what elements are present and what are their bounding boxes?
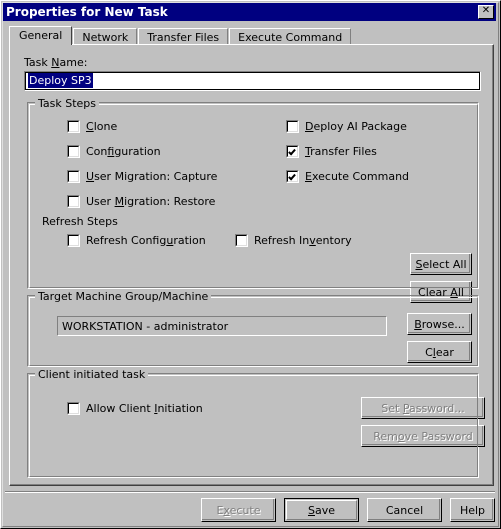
checkbox-label: Configuration bbox=[86, 145, 161, 158]
set-password-button-label: Set Password... bbox=[381, 401, 465, 415]
target-machine-value: WORKSTATION - administrator bbox=[62, 320, 229, 333]
tab-general[interactable]: General bbox=[9, 26, 73, 45]
checkbox-label: Refresh Configuration bbox=[86, 234, 206, 247]
checkbox-refresh-configuration[interactable]: Refresh Configuration bbox=[67, 234, 206, 247]
checkmark-icon bbox=[286, 170, 299, 183]
tab-page-general: Task Name: Deploy SP3 Task Steps Clone Co… bbox=[9, 44, 494, 486]
checkbox-label: User Migration: Restore bbox=[86, 195, 216, 208]
checkbox-label: User Migration: Capture bbox=[86, 170, 218, 183]
close-icon[interactable]: ✕ bbox=[478, 5, 494, 19]
checkbox-refresh-inventory[interactable]: Refresh Inventory bbox=[235, 234, 352, 247]
window-title: Properties for New Task bbox=[6, 5, 168, 19]
checkbox-box bbox=[286, 120, 299, 133]
client-task-group-title: Client initiated task bbox=[35, 368, 149, 381]
checkbox-label: Deploy AI Package bbox=[305, 120, 407, 133]
refresh-steps-label: Refresh Steps bbox=[42, 215, 118, 228]
browse-button[interactable]: Browse... bbox=[407, 313, 472, 335]
checkbox-box bbox=[235, 234, 248, 247]
help-button[interactable]: Help bbox=[450, 498, 495, 522]
tab-label: General bbox=[19, 29, 63, 42]
checkbox-label: Clone bbox=[86, 120, 118, 133]
help-button-label: Help bbox=[459, 503, 486, 517]
checkbox-box bbox=[67, 120, 80, 133]
checkbox-box bbox=[67, 145, 80, 158]
checkbox-deploy-ai-package[interactable]: Deploy AI Package bbox=[286, 120, 407, 133]
checkbox-execute-command[interactable]: Execute Command bbox=[286, 170, 409, 183]
select-all-button-label: Select All bbox=[415, 257, 467, 271]
browse-button-label: Browse... bbox=[414, 317, 465, 331]
task-steps-group-title: Task Steps bbox=[35, 97, 100, 110]
cancel-button-label: Cancel bbox=[385, 503, 424, 517]
task-name-label: Task Name: bbox=[24, 56, 88, 69]
cancel-button[interactable]: Cancel bbox=[367, 498, 442, 522]
target-machine-group-title: Target Machine Group/Machine bbox=[35, 290, 212, 303]
checkbox-label: Refresh Inventory bbox=[254, 234, 352, 247]
execute-button-label: Execute bbox=[216, 503, 261, 517]
tab-execute-command[interactable]: Execute Command bbox=[229, 28, 352, 45]
checkbox-transfer-files[interactable]: Transfer Files bbox=[286, 145, 377, 158]
remove-password-button[interactable]: Remove Password bbox=[361, 425, 485, 447]
execute-button[interactable]: Execute bbox=[201, 498, 276, 522]
tab-label: Execute Command bbox=[238, 31, 343, 44]
checkbox-box bbox=[67, 195, 80, 208]
checkmark-icon bbox=[286, 145, 299, 158]
checkbox-box bbox=[67, 234, 80, 247]
save-button-label: Save bbox=[307, 503, 335, 517]
properties-dialog: Properties for New Task ✕ General Network… bbox=[0, 0, 501, 529]
checkbox-box bbox=[67, 170, 80, 183]
save-button[interactable]: Save bbox=[284, 498, 359, 522]
task-name-input[interactable]: Deploy SP3 bbox=[24, 71, 481, 91]
checkbox-box bbox=[67, 402, 80, 415]
task-steps-group: Task Steps Clone Configuration User Migrat… bbox=[27, 97, 479, 303]
task-name-value: Deploy SP3 bbox=[28, 73, 93, 88]
clear-all-button-label: Clear All bbox=[418, 285, 464, 299]
tab-strip: General Network Transfer Files Execute Comm… bbox=[9, 26, 494, 45]
tab-network[interactable]: Network bbox=[73, 28, 138, 45]
checkbox-label: Transfer Files bbox=[305, 145, 377, 158]
clear-button-label: Clear bbox=[425, 345, 454, 359]
checkbox-configuration[interactable]: Configuration bbox=[67, 145, 161, 158]
select-all-button[interactable]: Select All bbox=[410, 253, 472, 275]
close-icon-glyph: ✕ bbox=[481, 5, 491, 16]
target-machine-group: Target Machine Group/Machine WORKSTATION… bbox=[27, 290, 479, 367]
checkbox-user-migration-capture[interactable]: User Migration: Capture bbox=[67, 170, 217, 183]
set-password-button[interactable]: Set Password... bbox=[361, 397, 485, 419]
checkbox-label: Allow Client Initiation bbox=[86, 402, 203, 415]
target-machine-field[interactable]: WORKSTATION - administrator bbox=[57, 316, 387, 336]
footer-separator bbox=[5, 491, 495, 493]
clear-button[interactable]: Clear bbox=[407, 341, 472, 363]
tab-label: Transfer Files bbox=[147, 31, 220, 44]
checkbox-label: Execute Command bbox=[305, 170, 410, 183]
client-initiated-task-group: Client initiated task Allow Client Initi… bbox=[27, 368, 485, 478]
tab-label: Network bbox=[82, 31, 129, 44]
title-bar: Properties for New Task ✕ bbox=[3, 3, 496, 21]
checkbox-user-migration-restore[interactable]: User Migration: Restore bbox=[67, 195, 215, 208]
tab-transfer-files[interactable]: Transfer Files bbox=[138, 28, 229, 45]
checkbox-allow-client-initiation[interactable]: Allow Client Initiation bbox=[67, 402, 203, 415]
remove-password-button-label: Remove Password bbox=[373, 429, 473, 443]
checkbox-clone[interactable]: Clone bbox=[67, 120, 117, 133]
